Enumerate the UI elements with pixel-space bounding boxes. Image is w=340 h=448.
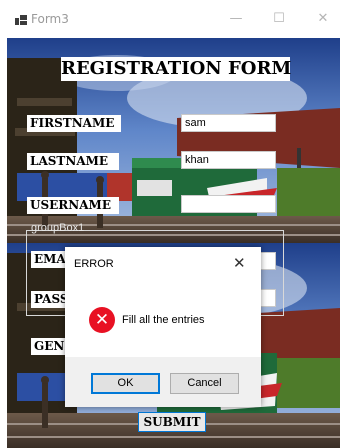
- firstname-label: FIRSTNAME: [27, 115, 121, 132]
- firstname-field[interactable]: sam: [181, 114, 276, 132]
- groupbox-label: groupBox1: [31, 222, 85, 234]
- error-icon: ✕: [89, 307, 115, 333]
- dialog-header: ERROR ✕: [65, 247, 261, 283]
- window-title: Form3: [31, 12, 69, 26]
- cancel-button[interactable]: Cancel: [170, 373, 239, 394]
- form-title: REGISTRATION FORM: [61, 57, 292, 81]
- window-titlebar: Form3 — ☐ ✕: [0, 0, 340, 37]
- lastname-label: LASTNAME: [27, 153, 119, 170]
- maximize-button[interactable]: ☐: [264, 8, 294, 30]
- error-dialog: ERROR ✕ ✕ Fill all the entries OK Cancel: [65, 247, 261, 407]
- app-icon: [15, 15, 27, 25]
- dialog-message: Fill all the entries: [122, 314, 205, 326]
- submit-button[interactable]: SUBMIT: [138, 412, 206, 432]
- dialog-body: ✕ Fill all the entries: [65, 283, 261, 357]
- dialog-close-icon[interactable]: ✕: [233, 254, 246, 272]
- lastname-field[interactable]: khan: [181, 151, 276, 169]
- username-label: USERNAME: [27, 197, 119, 214]
- username-field[interactable]: [181, 195, 276, 213]
- ok-button[interactable]: OK: [91, 373, 160, 394]
- minimize-button[interactable]: —: [221, 8, 251, 30]
- window-close-button[interactable]: ✕: [308, 8, 338, 30]
- dialog-title: ERROR: [74, 258, 114, 270]
